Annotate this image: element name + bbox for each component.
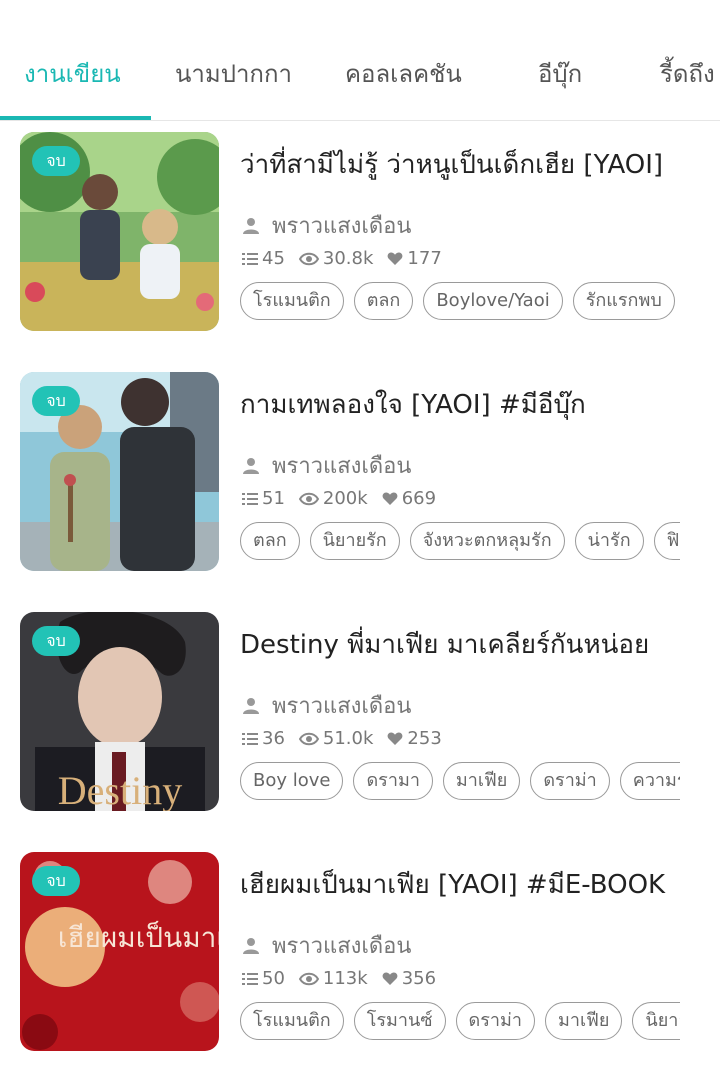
tag-chip[interactable]: Boy love <box>240 762 344 800</box>
list-icon <box>242 252 258 265</box>
tag-chip[interactable]: นิยาย <box>632 1002 680 1040</box>
tag-chip[interactable]: โรแมนติก <box>240 1002 344 1040</box>
story-card[interactable]: จบ กามเทพลองใจ [YAOI] #มีอีบุ๊ก พราวแสงเ… <box>0 360 720 571</box>
chapter-count: 45 <box>262 248 285 269</box>
tab-pen-names[interactable]: นามปากกา <box>175 54 292 93</box>
heart-icon <box>382 972 398 985</box>
completed-badge: จบ <box>32 866 80 896</box>
eye-icon <box>298 252 319 265</box>
story-author[interactable]: พราวแสงเดือน <box>242 448 411 483</box>
heart-icon <box>388 252 403 265</box>
user-icon <box>243 457 259 474</box>
user-icon <box>243 217 259 234</box>
completed-badge: จบ <box>32 386 80 416</box>
author-name: พราวแสงเดือน <box>272 694 412 719</box>
tag-chip[interactable]: ฟิน <box>653 522 680 560</box>
tag-chip[interactable]: จังหวะตกหลุมรัก <box>409 522 565 560</box>
author-name: พราวแสงเดือน <box>272 934 412 959</box>
eye-icon <box>298 732 319 745</box>
story-title[interactable]: กามเทพลองใจ [YAOI] #มีอีบุ๊ก <box>240 384 685 425</box>
story-stats: 50 113k 356 <box>242 968 450 989</box>
user-icon <box>243 937 259 954</box>
tag-chip[interactable]: มาเฟีย <box>544 1002 623 1040</box>
completed-badge: จบ <box>32 626 80 656</box>
tag-chip[interactable]: ความรัก <box>619 762 680 800</box>
story-title[interactable]: ว่าที่สามีไม่รู้ ว่าหนูเป็นเด็กเฮีย [YAO… <box>240 144 685 185</box>
story-title[interactable]: เฮียผมเป็นมาเฟีย [YAOI] #มีE-BOOK <box>240 864 685 905</box>
heart-icon <box>382 492 398 505</box>
story-cover[interactable]: Destiny จบ <box>20 612 219 811</box>
heart-icon <box>388 732 403 745</box>
tag-list: Boy loveดรามามาเฟียดราม่าความรัก <box>240 762 680 806</box>
tag-chip[interactable]: โรแมนติก <box>240 282 344 320</box>
story-stats: 36 51.0k 253 <box>242 728 456 749</box>
eye-icon <box>298 972 319 985</box>
tag-chip[interactable]: ดราม่า <box>455 1002 535 1040</box>
story-card[interactable]: Destiny จบ Destiny พี่มาเฟีย มาเคลียร์กั… <box>0 600 720 811</box>
tag-chip[interactable]: ตลก <box>240 522 300 560</box>
tag-chip[interactable]: มาเฟีย <box>442 762 521 800</box>
view-count: 51.0k <box>322 728 374 749</box>
tag-chip[interactable]: ดราม่า <box>530 762 610 800</box>
author-name: พราวแสงเดือน <box>272 454 412 479</box>
story-card[interactable]: จบ ว่าที่สามีไม่รู้ ว่าหนูเป็นเด็กเฮีย [… <box>0 120 720 331</box>
list-icon <box>242 732 258 745</box>
story-cover[interactable]: จบ <box>20 132 219 331</box>
tag-list: โรแมนติกโรมานซ์ดราม่ามาเฟียนิยาย <box>240 1002 680 1046</box>
tag-chip[interactable]: โรมานซ์ <box>353 1002 446 1040</box>
story-author[interactable]: พราวแสงเดือน <box>242 208 411 243</box>
chapter-count: 51 <box>262 488 285 509</box>
like-count: 177 <box>407 248 442 269</box>
cover-title-text: Destiny <box>58 768 182 811</box>
story-title[interactable]: Destiny พี่มาเฟีย มาเคลียร์กันหน่อย <box>240 624 685 665</box>
tag-chip[interactable]: ตลก <box>353 282 414 320</box>
tag-chip[interactable]: รักแรกพบ <box>572 282 675 320</box>
tag-list: โรแมนติก ตลก Boylove/Yaoi รักแรกพบ <box>240 282 680 326</box>
cover-title-text: เฮียผมเป็นมาเฟีย <box>58 920 219 954</box>
story-author[interactable]: พราวแสงเดือน <box>242 928 411 963</box>
tag-chip[interactable]: น่ารัก <box>574 522 644 560</box>
list-icon <box>242 972 258 985</box>
top-tab-bar: งานเขียน นามปากกา คอลเลคชัน อีบุ๊ก รี้ดถ… <box>0 0 720 121</box>
tab-collections[interactable]: คอลเลคชัน <box>345 54 462 93</box>
tag-list: ตลกนิยายรักจังหวะตกหลุมรักน่ารัก ฟิน <box>240 522 680 566</box>
view-count: 200k <box>322 488 368 509</box>
story-author[interactable]: พราวแสงเดือน <box>242 688 411 723</box>
completed-badge: จบ <box>32 146 80 176</box>
story-cover[interactable]: จบ <box>20 372 219 571</box>
view-count: 30.8k <box>322 248 374 269</box>
like-count: 253 <box>407 728 442 749</box>
eye-icon <box>298 492 319 505</box>
like-count: 669 <box>401 488 437 509</box>
tag-chip[interactable]: Boylove/Yaoi <box>423 282 563 320</box>
view-count: 113k <box>322 968 368 989</box>
user-icon <box>243 697 259 714</box>
story-card[interactable]: เฮียผมเป็นมาเฟีย จบ เฮียผมเป็นมาเฟีย [YA… <box>0 840 720 1051</box>
story-cover[interactable]: เฮียผมเป็นมาเฟีย จบ <box>20 852 219 1051</box>
tab-reading[interactable]: รี้ดถึง <box>660 54 715 93</box>
tab-ebooks[interactable]: อีบุ๊ก <box>538 54 582 93</box>
story-stats: 45 30.8k 177 <box>242 248 456 269</box>
tag-chip[interactable]: นิยายรัก <box>309 522 400 560</box>
chapter-count: 36 <box>262 728 285 749</box>
chapter-count: 50 <box>262 968 285 989</box>
author-name: พราวแสงเดือน <box>272 214 412 239</box>
like-count: 356 <box>401 968 437 989</box>
tag-chip[interactable]: ดรามา <box>353 762 433 800</box>
story-stats: 51 200k 669 <box>242 488 450 509</box>
tab-works[interactable]: งานเขียน <box>24 54 121 93</box>
list-icon <box>242 492 258 505</box>
